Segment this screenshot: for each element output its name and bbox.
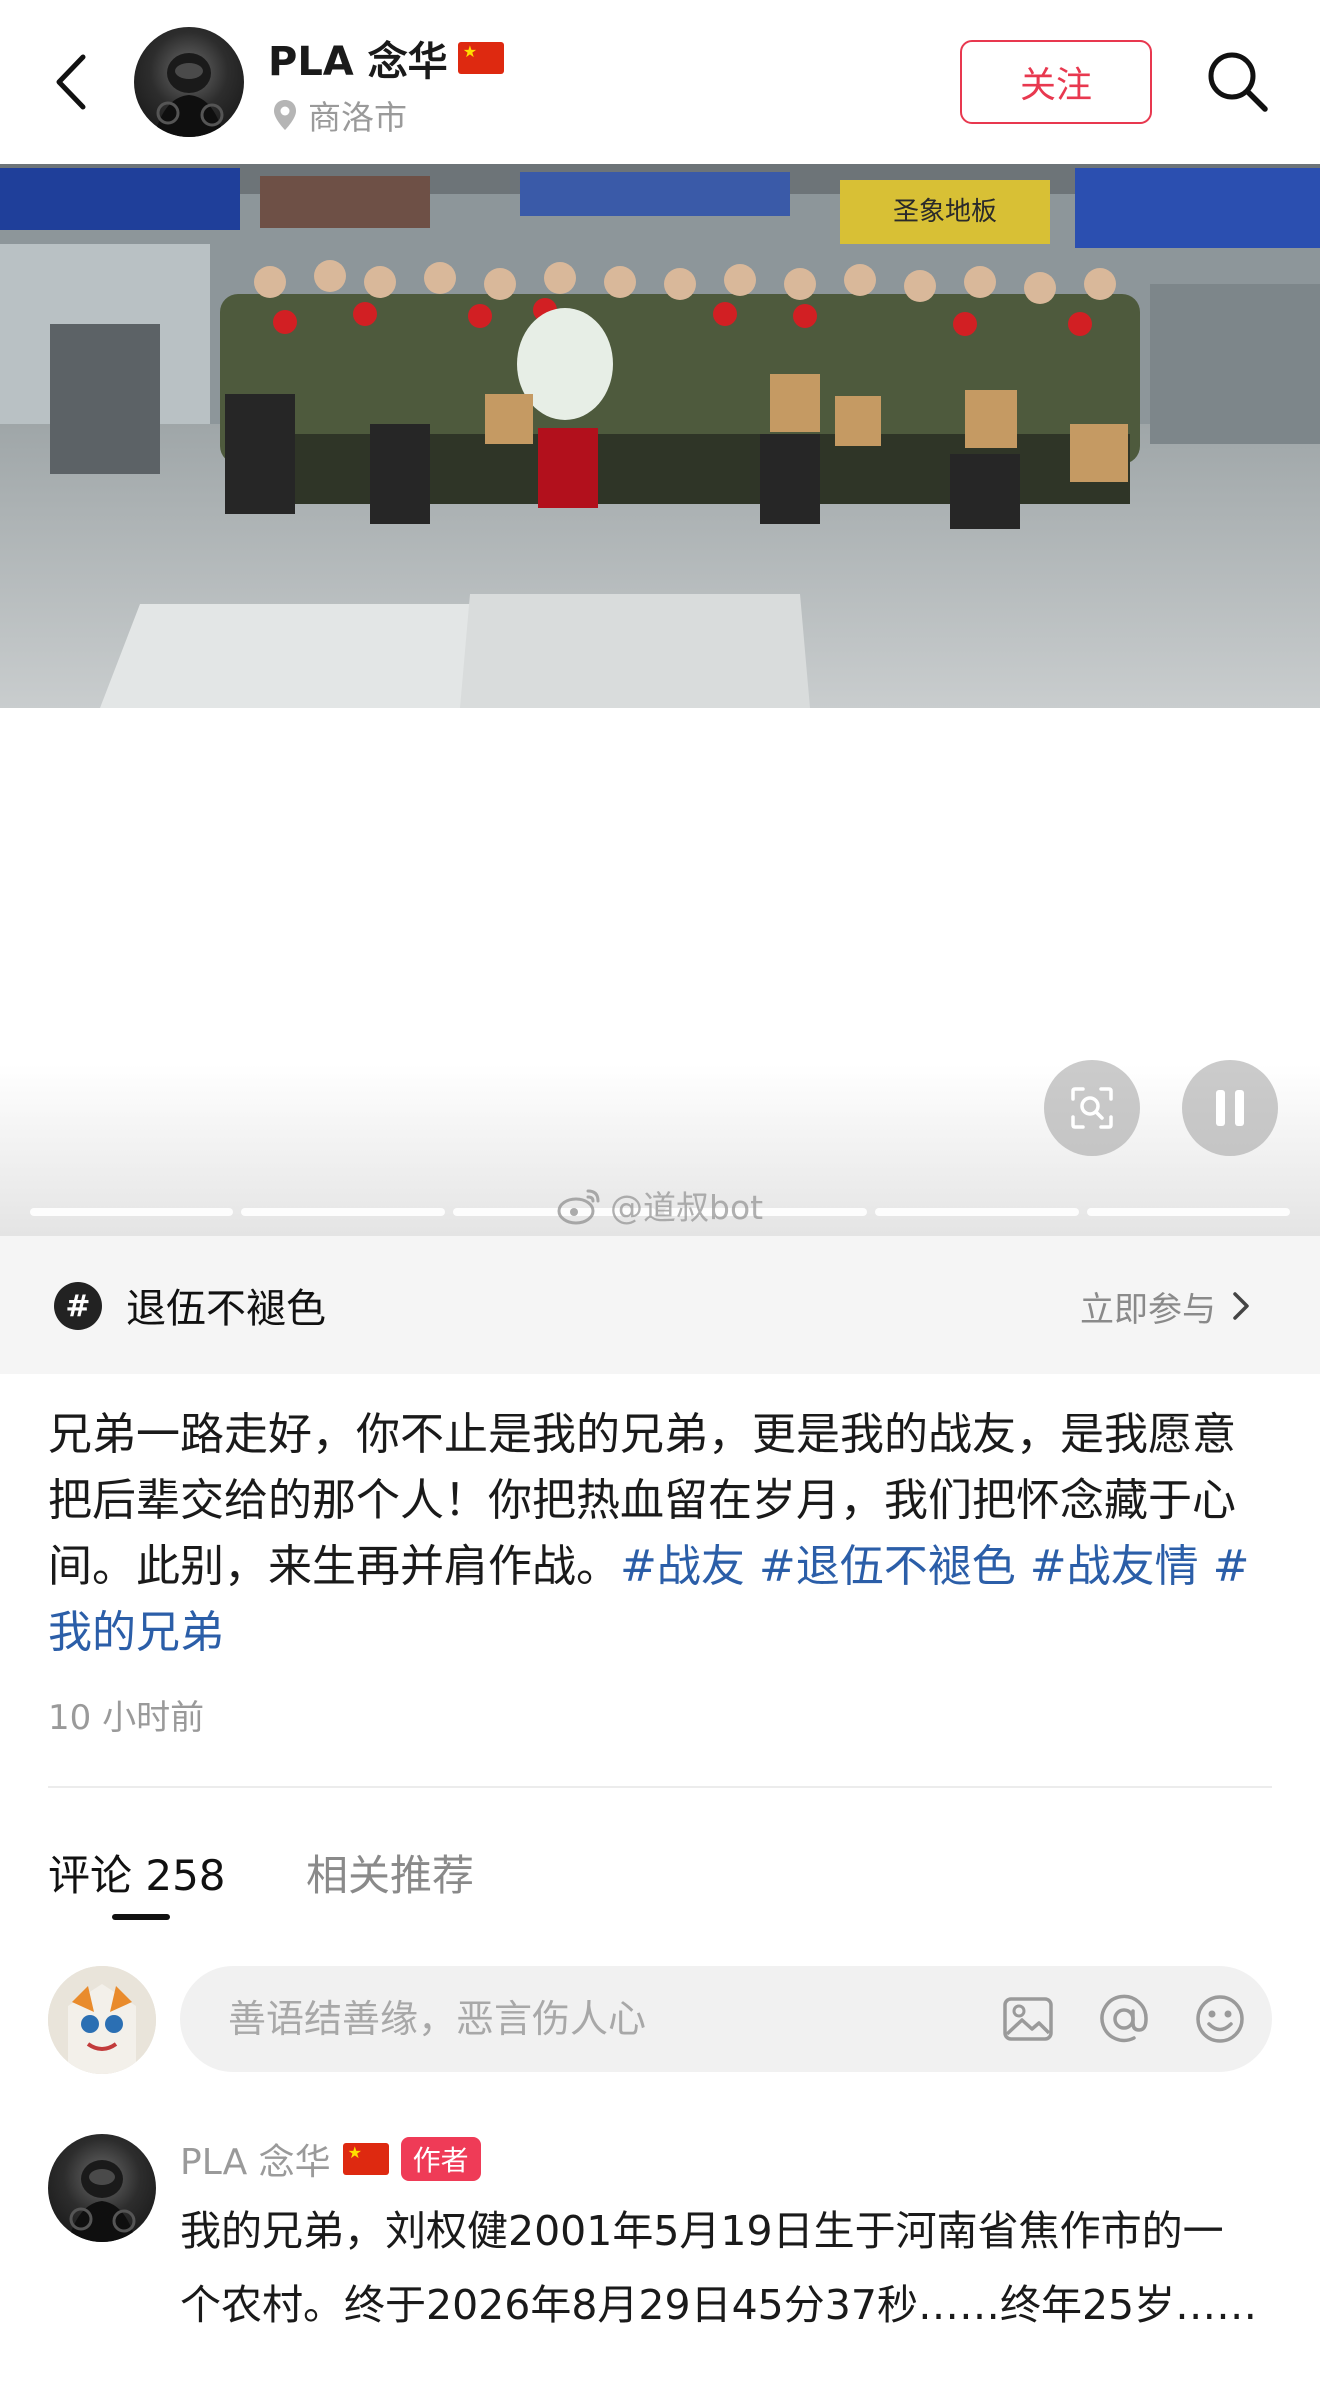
post-caption: 兄弟一路走好，你不止是我的兄弟，更是我的战友，是我愿意把后辈交给的那个人！你把热… <box>48 1402 1276 1666</box>
back-button[interactable] <box>42 48 98 116</box>
china-flag-icon: ★ <box>457 42 504 74</box>
comment-author-name[interactable]: PLA 念华 <box>180 2133 331 2185</box>
location-text: 商洛市 <box>308 98 407 137</box>
comment-author-avatar[interactable] <box>48 2134 156 2242</box>
progress-segment <box>1086 1208 1290 1216</box>
image-icon <box>1003 1997 1053 2041</box>
pause-icon <box>1216 1090 1244 1126</box>
hashtag-link[interactable]: #退伍不褪色 <box>759 1541 1016 1592</box>
comment-input-box[interactable] <box>180 1966 1272 2072</box>
emoji-button[interactable] <box>1192 1991 1248 2047</box>
at-mention-button[interactable] <box>1096 1991 1152 2047</box>
screen-recognize-button[interactable] <box>1044 1060 1140 1156</box>
location-pin-icon <box>274 100 296 130</box>
search-button[interactable] <box>1200 44 1274 118</box>
screen-recognize-icon <box>1071 1087 1113 1129</box>
my-avatar[interactable] <box>48 1966 156 2074</box>
comment-header: PLA 念华 ★ 作者 <box>180 2134 481 2184</box>
tab-related[interactable]: 相关推荐 <box>306 1842 474 1903</box>
join-topic-button[interactable]: 立即参与 <box>1080 1280 1250 1332</box>
top-bar: PLA 念华 ★ 商洛市 关注 <box>0 0 1320 164</box>
join-topic-label: 立即参与 <box>1080 1289 1216 1330</box>
progress-segment <box>241 1208 445 1216</box>
divider <box>48 1786 1272 1788</box>
image-button[interactable] <box>1000 1991 1056 2047</box>
tab-comments[interactable]: 评论 258 <box>48 1842 226 1903</box>
at-mention-icon <box>1100 1994 1148 2043</box>
watermark: @道叔bot <box>556 1180 763 1230</box>
avatar-image <box>68 2160 136 2242</box>
video-frame: 圣象地板 <box>0 164 1320 708</box>
back-arrow-icon <box>56 54 86 110</box>
location-line: 商洛市 <box>272 92 407 138</box>
chevron-right-icon <box>1233 1292 1249 1320</box>
emoji-icon <box>1196 1995 1244 2043</box>
follow-button[interactable]: 关注 <box>960 40 1152 124</box>
progress-segment <box>875 1208 1079 1216</box>
avatar-image <box>48 1966 156 2074</box>
watermark-text: @道叔bot <box>610 1188 764 1227</box>
weibo-logo-icon <box>557 1189 600 1225</box>
author-line: PLA 念华 ★ <box>268 30 504 86</box>
svg-text:圣象地板: 圣象地板 <box>893 197 997 227</box>
hashtag-link[interactable]: #战友情 <box>1030 1541 1199 1592</box>
search-icon <box>1208 52 1268 112</box>
topic-name[interactable]: 退伍不褪色 <box>126 1276 326 1334</box>
pause-button[interactable] <box>1182 1060 1278 1156</box>
topic-bar[interactable]: # 退伍不褪色 立即参与 <box>0 1236 1320 1374</box>
author-name[interactable]: PLA 念华 <box>268 29 448 87</box>
video-still-image: 圣象地板 <box>0 164 1320 708</box>
hashtag-icon: # <box>54 1282 102 1330</box>
comment-input[interactable] <box>228 1991 948 2047</box>
active-tab-indicator <box>112 1914 170 1920</box>
author-badge: 作者 <box>400 2137 481 2181</box>
author-avatar[interactable] <box>134 27 244 137</box>
hashtag-link[interactable]: #战友 <box>620 1541 745 1592</box>
video-player[interactable]: 圣象地板 @道叔bot <box>0 164 1320 1236</box>
post-time: 10 小时前 <box>48 1698 205 1738</box>
comment-text: 我的兄弟，刘权健2001年5月19日生于河南省焦作市的一个农村。终于2026年8… <box>180 2207 1258 2329</box>
china-flag-icon: ★ <box>342 2143 389 2175</box>
progress-segment <box>30 1208 234 1216</box>
avatar-image <box>154 53 224 137</box>
